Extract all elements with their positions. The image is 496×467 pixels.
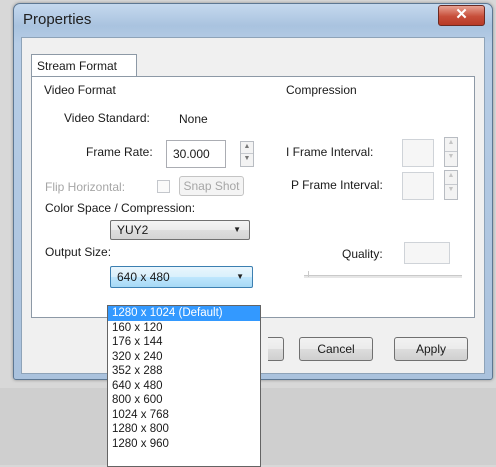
dropdown-option[interactable]: 1280 x 1024 (Default) — [108, 306, 260, 321]
quality-label: Quality: — [342, 247, 383, 261]
flip-horizontal-label: Flip Horizontal: — [45, 180, 126, 194]
i-frame-interval-field[interactable] — [402, 139, 434, 167]
frame-rate-spinner[interactable]: ▲ ▼ — [240, 141, 254, 167]
color-space-select[interactable]: YUY2 ▼ — [110, 220, 250, 240]
output-size-label: Output Size: — [45, 245, 112, 259]
cancel-button[interactable]: Cancel — [299, 337, 373, 361]
stream-format-panel: Video Format Video Standard: None Frame … — [31, 76, 475, 318]
dropdown-option[interactable]: 1024 x 768 — [108, 408, 260, 423]
spin-up-icon[interactable]: ▲ — [445, 171, 457, 185]
quality-field[interactable] — [404, 242, 450, 264]
output-size-dropdown-list: 1280 x 1024 (Default) 160 x 120 176 x 14… — [107, 305, 261, 467]
video-standard-value: None — [172, 108, 242, 130]
close-icon: ✕ — [455, 6, 468, 23]
dropdown-option[interactable]: 1280 x 800 — [108, 422, 260, 437]
video-format-heading: Video Format — [44, 83, 116, 97]
frame-rate-label: Frame Rate: — [86, 145, 153, 159]
dropdown-option[interactable]: 352 x 288 — [108, 364, 260, 379]
output-size-select[interactable]: 640 x 480 ▼ — [110, 266, 253, 288]
dropdown-option[interactable]: 1280 x 960 — [108, 437, 260, 452]
spin-up-icon[interactable]: ▲ — [241, 142, 253, 154]
i-frame-interval-spinner[interactable]: ▲ ▼ — [444, 137, 458, 167]
p-frame-interval-field[interactable] — [402, 172, 434, 200]
quality-slider-thumb[interactable] — [308, 271, 309, 277]
tab-stream-format[interactable]: Stream Format — [31, 54, 137, 76]
p-frame-interval-spinner[interactable]: ▲ ▼ — [444, 170, 458, 200]
spin-down-icon[interactable]: ▼ — [241, 154, 253, 166]
spin-down-icon[interactable]: ▼ — [445, 185, 457, 199]
snap-shot-button[interactable]: Snap Shot — [179, 176, 244, 196]
window-title: Properties — [23, 11, 92, 28]
frame-rate-field[interactable]: 30.000 — [166, 140, 226, 168]
chevron-down-icon: ▼ — [236, 272, 244, 281]
compression-heading: Compression — [286, 83, 357, 97]
i-frame-interval-label: I Frame Interval: — [286, 145, 374, 159]
color-space-value: YUY2 — [117, 223, 149, 237]
dropdown-option[interactable]: 176 x 144 — [108, 335, 260, 350]
flip-horizontal-checkbox[interactable] — [157, 180, 170, 193]
dropdown-option[interactable]: 160 x 120 — [108, 321, 260, 336]
output-size-value: 640 x 480 — [117, 270, 170, 284]
quality-slider[interactable] — [304, 275, 462, 278]
dropdown-option[interactable]: 800 x 600 — [108, 393, 260, 408]
chevron-down-icon: ▼ — [233, 225, 241, 234]
ok-button[interactable] — [268, 337, 284, 361]
dropdown-option[interactable]: 640 x 480 — [108, 379, 260, 394]
dropdown-option[interactable]: 320 x 240 — [108, 350, 260, 365]
p-frame-interval-label: P Frame Interval: — [291, 178, 383, 192]
video-standard-label: Video Standard: — [64, 111, 150, 125]
spin-up-icon[interactable]: ▲ — [445, 138, 457, 152]
apply-button[interactable]: Apply — [394, 337, 468, 361]
spin-down-icon[interactable]: ▼ — [445, 152, 457, 166]
color-space-label: Color Space / Compression: — [45, 201, 196, 215]
close-button[interactable]: ✕ — [438, 5, 485, 26]
